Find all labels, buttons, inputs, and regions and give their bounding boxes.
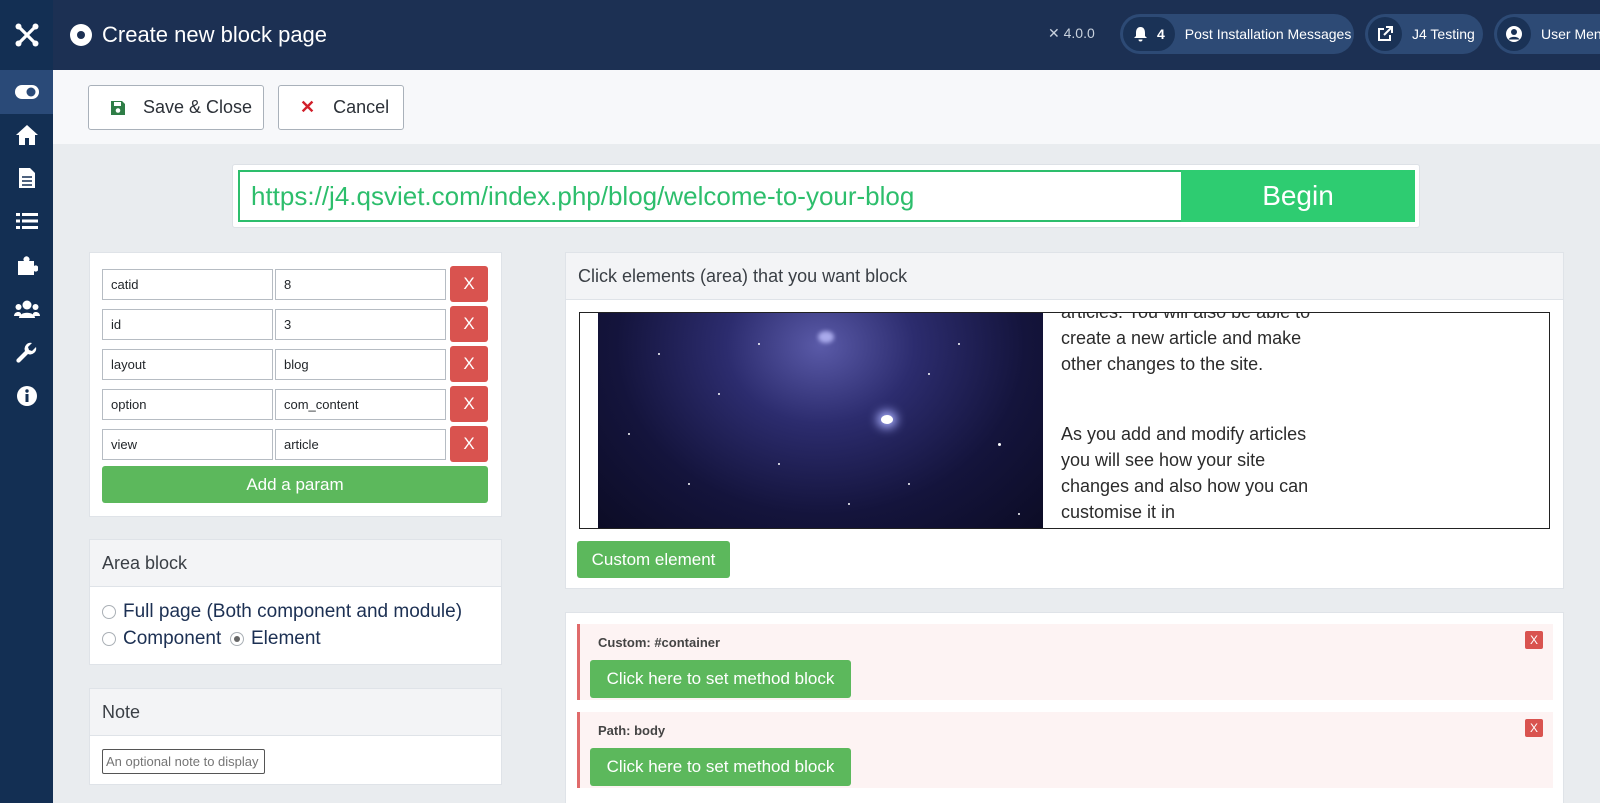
sidebar-toggle-icon[interactable] <box>0 70 53 114</box>
remove-param-button[interactable]: X <box>450 306 488 342</box>
add-param-button[interactable]: Add a param <box>102 466 488 503</box>
notification-count: 4 <box>1157 26 1165 42</box>
param-key-input[interactable]: option <box>102 389 273 420</box>
save-icon <box>111 100 125 115</box>
site-link-button[interactable]: J4 Testing <box>1365 14 1483 54</box>
article-text-top: articles. You will also be able to creat… <box>1061 312 1311 374</box>
param-value-input[interactable]: 8 <box>275 269 446 300</box>
preview-title: Click elements (area) that you want bloc… <box>566 253 1563 300</box>
area-block-panel: Area block Full page (Both component and… <box>89 539 502 665</box>
post-installation-label: Post Installation Messages <box>1184 26 1352 42</box>
page-title-wrap: Create new block page <box>70 22 327 48</box>
remove-block-button[interactable]: X <box>1525 719 1543 737</box>
remove-param-button[interactable]: X <box>450 346 488 382</box>
space-image[interactable] <box>598 313 1043 528</box>
remove-block-button[interactable]: X <box>1525 631 1543 649</box>
begin-button[interactable]: Begin <box>1181 170 1415 222</box>
article-text-bottom: As you add and modify articles you will … <box>1061 424 1309 522</box>
radio-option-full-page[interactable]: Full page (Both component and module) <box>102 601 462 623</box>
param-key-input[interactable]: layout <box>102 349 273 380</box>
param-key-input[interactable]: catid <box>102 269 273 300</box>
radio-option-element[interactable]: Element <box>230 628 321 650</box>
puzzle-icon[interactable] <box>0 243 53 287</box>
notification-badge: 4 <box>1123 17 1175 51</box>
sidebar <box>0 0 53 803</box>
radio-option-component[interactable]: Component <box>102 628 221 650</box>
users-icon[interactable] <box>0 287 53 331</box>
preview-frame[interactable]: articles. You will also be able to creat… <box>579 312 1550 529</box>
remove-param-button[interactable]: X <box>450 386 488 422</box>
page-title: Create new block page <box>102 22 328 47</box>
remove-param-button[interactable]: X <box>450 426 488 462</box>
param-key-input[interactable]: view <box>102 429 273 460</box>
bell-icon <box>1134 27 1147 42</box>
radio-button-selected[interactable] <box>230 632 244 646</box>
header-bar: Create new block page ✕ 4.0.0 4 Post Ins… <box>53 0 1600 70</box>
radio-label: Full page (Both component and module) <box>123 601 463 622</box>
home-icon[interactable] <box>0 113 53 157</box>
note-panel: Note <box>89 688 502 785</box>
toolbar: Save & Close ✕ Cancel <box>53 70 1600 144</box>
radio-label: Component <box>123 628 222 649</box>
joomla-logo-icon[interactable] <box>0 0 53 70</box>
param-value-input[interactable]: article <box>275 429 446 460</box>
cancel-button[interactable]: ✕ Cancel <box>278 85 404 130</box>
remove-param-button[interactable]: X <box>450 266 488 302</box>
set-method-block-button[interactable]: Click here to set method block <box>590 660 851 698</box>
user-circle-icon <box>1497 17 1531 51</box>
param-value-input[interactable]: 3 <box>275 309 446 340</box>
file-icon[interactable] <box>0 156 53 200</box>
preview-panel: Click elements (area) that you want bloc… <box>565 252 1564 589</box>
note-input[interactable] <box>102 749 265 774</box>
area-block-title: Area block <box>90 540 501 587</box>
params-panel: catid 8 X id 3 X layout blog X option co… <box>89 252 502 517</box>
block-item: Path: body X Click here to set method bl… <box>577 712 1553 788</box>
close-icon: ✕ <box>300 97 316 117</box>
radio-label: Element <box>251 628 321 649</box>
url-input[interactable]: https://j4.qsviet.com/index.php/blog/wel… <box>238 170 1181 222</box>
external-link-icon <box>1368 17 1402 51</box>
set-method-block-button[interactable]: Click here to set method block <box>590 748 851 786</box>
site-label: J4 Testing <box>1412 26 1475 42</box>
post-installation-messages-button[interactable]: 4 Post Installation Messages <box>1120 14 1354 54</box>
param-value-input[interactable]: blog <box>275 349 446 380</box>
note-title: Note <box>90 689 501 736</box>
param-key-input[interactable]: id <box>102 309 273 340</box>
radio-button[interactable] <box>102 632 116 646</box>
wrench-icon[interactable] <box>0 331 53 375</box>
url-bar: https://j4.qsviet.com/index.php/blog/wel… <box>232 164 1420 228</box>
radio-button[interactable] <box>102 605 116 619</box>
user-menu-button[interactable]: User Menu ▼ <box>1494 14 1600 54</box>
version-info: ✕ 4.0.0 <box>1048 25 1095 42</box>
dot-circle-icon <box>70 24 92 46</box>
version-label: 4.0.0 <box>1063 25 1095 41</box>
block-item-label: Custom: #container <box>598 635 721 650</box>
custom-element-button[interactable]: Custom element <box>577 541 730 578</box>
list-icon[interactable] <box>0 199 53 243</box>
block-item: Custom: #container X Click here to set m… <box>577 624 1553 700</box>
save-close-button[interactable]: Save & Close <box>88 85 264 130</box>
joomla-small-icon: ✕ <box>1048 25 1060 41</box>
save-close-label: Save & Close <box>143 97 253 117</box>
user-menu-label: User Menu <box>1541 26 1600 42</box>
param-value-input[interactable]: com_content <box>275 389 446 420</box>
block-item-label: Path: body <box>598 723 666 738</box>
cancel-label: Cancel <box>333 97 390 117</box>
info-icon[interactable] <box>0 374 53 418</box>
